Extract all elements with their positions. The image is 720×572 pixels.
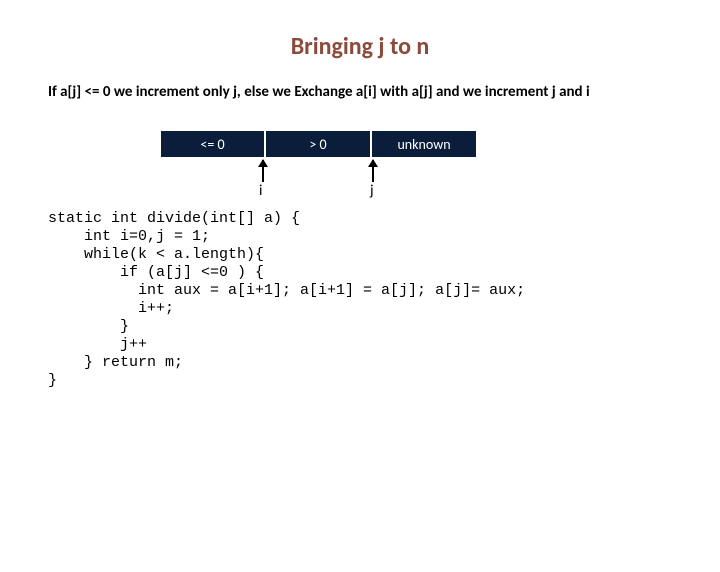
label-j: j <box>370 182 374 200</box>
code-block: static int divide(int[] a) { int i=0,j =… <box>48 210 720 390</box>
code-line: j++ <box>48 336 147 353</box>
code-line: while(k < a.length){ <box>48 246 264 263</box>
description-text: If a[j] <= 0 we increment only j, else w… <box>48 83 672 102</box>
cell-unknown: unknown <box>371 130 477 158</box>
code-line: } return m; <box>48 354 183 371</box>
code-line: int i=0,j = 1; <box>48 228 210 245</box>
label-i: i <box>259 182 262 200</box>
code-line: static int divide(int[] a) { <box>48 210 300 227</box>
code-line: } <box>48 372 57 389</box>
code-line: int aux = a[i+1]; a[i+1] = a[j]; a[j]= a… <box>48 282 525 299</box>
arrow-j-icon <box>372 160 374 182</box>
arrow-i-icon <box>262 160 264 182</box>
array-diagram: <= 0 > 0 unknown i j <box>0 130 720 210</box>
code-line: } <box>48 318 129 335</box>
cell-leq-zero: <= 0 <box>160 130 265 158</box>
cell-gt-zero: > 0 <box>265 130 371 158</box>
code-line: if (a[j] <=0 ) { <box>48 264 264 281</box>
slide-title: Bringing j to n <box>0 32 720 61</box>
code-line: i++; <box>48 300 174 317</box>
array-cells: <= 0 > 0 unknown <box>160 130 477 158</box>
